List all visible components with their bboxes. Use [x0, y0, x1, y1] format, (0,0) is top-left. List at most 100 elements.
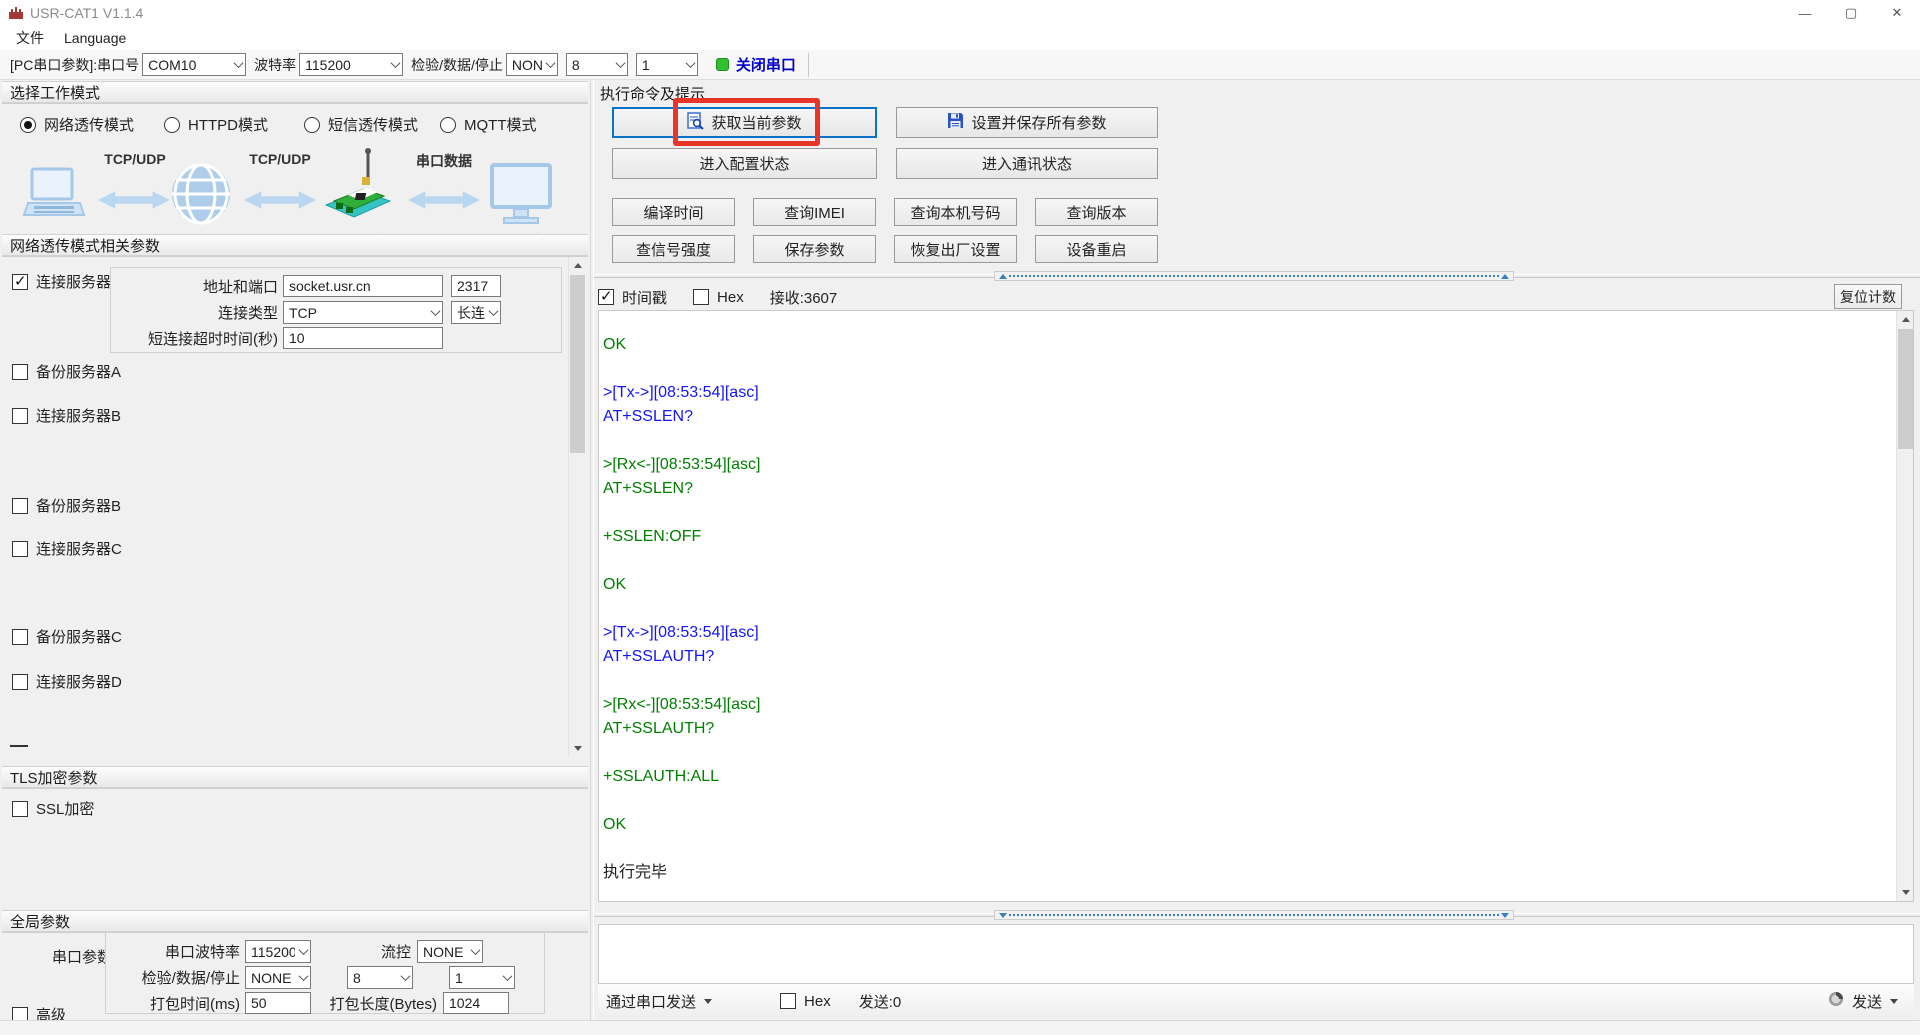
radio-mqtt[interactable]: MQTT模式: [440, 114, 537, 135]
query-imei-button[interactable]: 查询IMEI: [753, 198, 876, 226]
serial-device-icon: [488, 163, 554, 229]
scroll-down-icon[interactable]: [569, 740, 586, 757]
log-scrollbar[interactable]: [1896, 311, 1913, 901]
sent-count: 发送:0: [858, 993, 902, 1011]
log-line: 执行完毕: [603, 864, 668, 881]
checkbox-hex-send[interactable]: Hex: [780, 993, 831, 1010]
set-save-all-button[interactable]: 设置并保存所有参数: [896, 107, 1158, 138]
enter-config-button[interactable]: 进入配置状态: [612, 148, 877, 179]
checkbox-ssl[interactable]: SSL加密: [12, 798, 94, 819]
chevron-down-icon: [545, 58, 556, 69]
minimize-button[interactable]: —: [1782, 0, 1828, 26]
databits-select[interactable]: 8: [565, 53, 628, 76]
g-databits-select[interactable]: 8: [347, 966, 413, 989]
g-parity-select[interactable]: NONE: [245, 966, 311, 989]
radio-net-passthrough[interactable]: 网络透传模式: [20, 114, 134, 135]
log-line: +SSLAUTH:ALL: [603, 768, 720, 785]
checkbox-backup-a[interactable]: 备份服务器A: [12, 361, 121, 382]
radio-icon: [440, 116, 456, 133]
menu-file[interactable]: 文件: [8, 26, 52, 50]
query-phone-number-button[interactable]: 查询本机号码: [894, 198, 1017, 226]
scroll-down-icon[interactable]: [1897, 884, 1913, 901]
send-mode-dropdown[interactable]: 通过串口发送: [598, 987, 720, 1016]
device-restart-button[interactable]: 设备重启: [1035, 235, 1158, 263]
menu-language[interactable]: Language: [56, 28, 134, 48]
log-splitter-top[interactable]: [594, 270, 1920, 282]
save-params-button[interactable]: 保存参数: [753, 235, 876, 263]
parity-label: 检验/数据/停止: [411, 56, 503, 73]
window-title: USR-CAT1 V1.1.4: [30, 5, 144, 21]
reset-counter-button[interactable]: 复位计数: [1834, 284, 1902, 309]
triangle-down-icon: [1501, 913, 1509, 918]
splitter-handle[interactable]: [994, 910, 1514, 920]
baud-select[interactable]: 115200: [299, 53, 404, 76]
maximize-button[interactable]: ▢: [1828, 0, 1874, 26]
chevron-down-icon: [430, 306, 441, 317]
close-button[interactable]: ✕: [1874, 0, 1920, 26]
conn-type-select[interactable]: TCP: [283, 301, 443, 324]
query-signal-button[interactable]: 查信号强度: [612, 235, 735, 263]
checkbox-icon: [12, 628, 28, 645]
scrollbar-thumb[interactable]: [1898, 329, 1913, 449]
com-port-select[interactable]: COM10: [142, 53, 247, 76]
global-params-header: 全局参数: [2, 910, 588, 932]
g-stopbits-select[interactable]: 1: [449, 966, 515, 989]
g-parity-label: 检验/数据/停止: [141, 970, 240, 987]
checkbox-backup-c[interactable]: 备份服务器C: [12, 626, 122, 647]
log-line: >[Tx->][08:53:54][asc]: [603, 624, 759, 641]
g-baud-select[interactable]: 115200: [245, 940, 311, 963]
enter-comm-button[interactable]: 进入通讯状态: [896, 148, 1158, 179]
conn-type-label: 连接类型: [217, 305, 278, 322]
checkbox-backup-b[interactable]: 备份服务器B: [12, 495, 121, 516]
server-address-input[interactable]: socket.usr.cn: [283, 275, 443, 297]
addr-port-label: 地址和端口: [202, 278, 278, 296]
compile-time-button[interactable]: 编译时间: [612, 198, 735, 226]
factory-reset-button[interactable]: 恢复出厂设置: [894, 235, 1017, 263]
pack-len-input[interactable]: 1024: [443, 992, 509, 1014]
checkbox-icon: [12, 800, 28, 817]
get-current-params-button[interactable]: 获取当前参数: [612, 107, 877, 138]
log-output[interactable]: OK >[Tx->][08:53:54][asc] AT+SSLEN? >[Rx<…: [598, 310, 1914, 902]
send-input-area[interactable]: [598, 924, 1914, 984]
checkbox-icon: [12, 407, 28, 424]
triangle-up-icon: [999, 274, 1007, 279]
checkbox-icon: [12, 540, 28, 557]
scroll-up-icon[interactable]: [1897, 311, 1913, 328]
recv-count: 接收:3607: [769, 289, 838, 307]
send-horn-icon: [1828, 991, 1844, 1011]
short-conn-timeout-label: 短连接超时时间(秒): [148, 330, 278, 348]
checkbox-timestamp[interactable]: 时间戳: [598, 287, 667, 308]
checkbox-hex-recv[interactable]: Hex: [693, 289, 744, 306]
checkbox-server-b[interactable]: 连接服务器B: [12, 405, 121, 426]
checkbox-server-a[interactable]: 连接服务器A: [12, 271, 121, 292]
scroll-up-icon[interactable]: [569, 257, 586, 274]
radio-httpd[interactable]: HTTPD模式: [164, 114, 268, 135]
radio-sms-passthrough[interactable]: 短信透传模式: [304, 114, 418, 135]
checkbox-server-c[interactable]: 连接服务器C: [12, 538, 122, 559]
checkbox-server-d[interactable]: 连接服务器D: [12, 671, 122, 692]
stopbits-select[interactable]: 1: [635, 53, 698, 76]
splitter-handle[interactable]: [994, 271, 1514, 281]
conn-mode-select[interactable]: 长连接: [451, 301, 501, 324]
menu-bar: 文件 Language: [0, 26, 1920, 50]
log-line: AT+SSLEN?: [603, 408, 693, 425]
log-splitter-bottom[interactable]: [594, 909, 1920, 921]
pack-time-input[interactable]: 50: [245, 992, 311, 1014]
parity-select[interactable]: NONE: [505, 53, 558, 76]
short-conn-timeout-input[interactable]: 10: [283, 327, 443, 349]
chevron-down-icon: [615, 58, 626, 69]
query-version-button[interactable]: 查询版本: [1035, 198, 1158, 226]
dropdown-arrow-icon: [1890, 998, 1898, 1004]
send-button[interactable]: 发送: [1828, 991, 1914, 1012]
net-params-scrollbar[interactable]: [568, 257, 586, 757]
scrollbar-thumb[interactable]: [570, 275, 585, 453]
flow-select[interactable]: NONE: [417, 940, 483, 963]
arrow-pc-network-icon: [98, 187, 170, 217]
server-port-input[interactable]: 2317: [451, 275, 501, 297]
close-port-button[interactable]: 关闭串口: [715, 54, 796, 75]
